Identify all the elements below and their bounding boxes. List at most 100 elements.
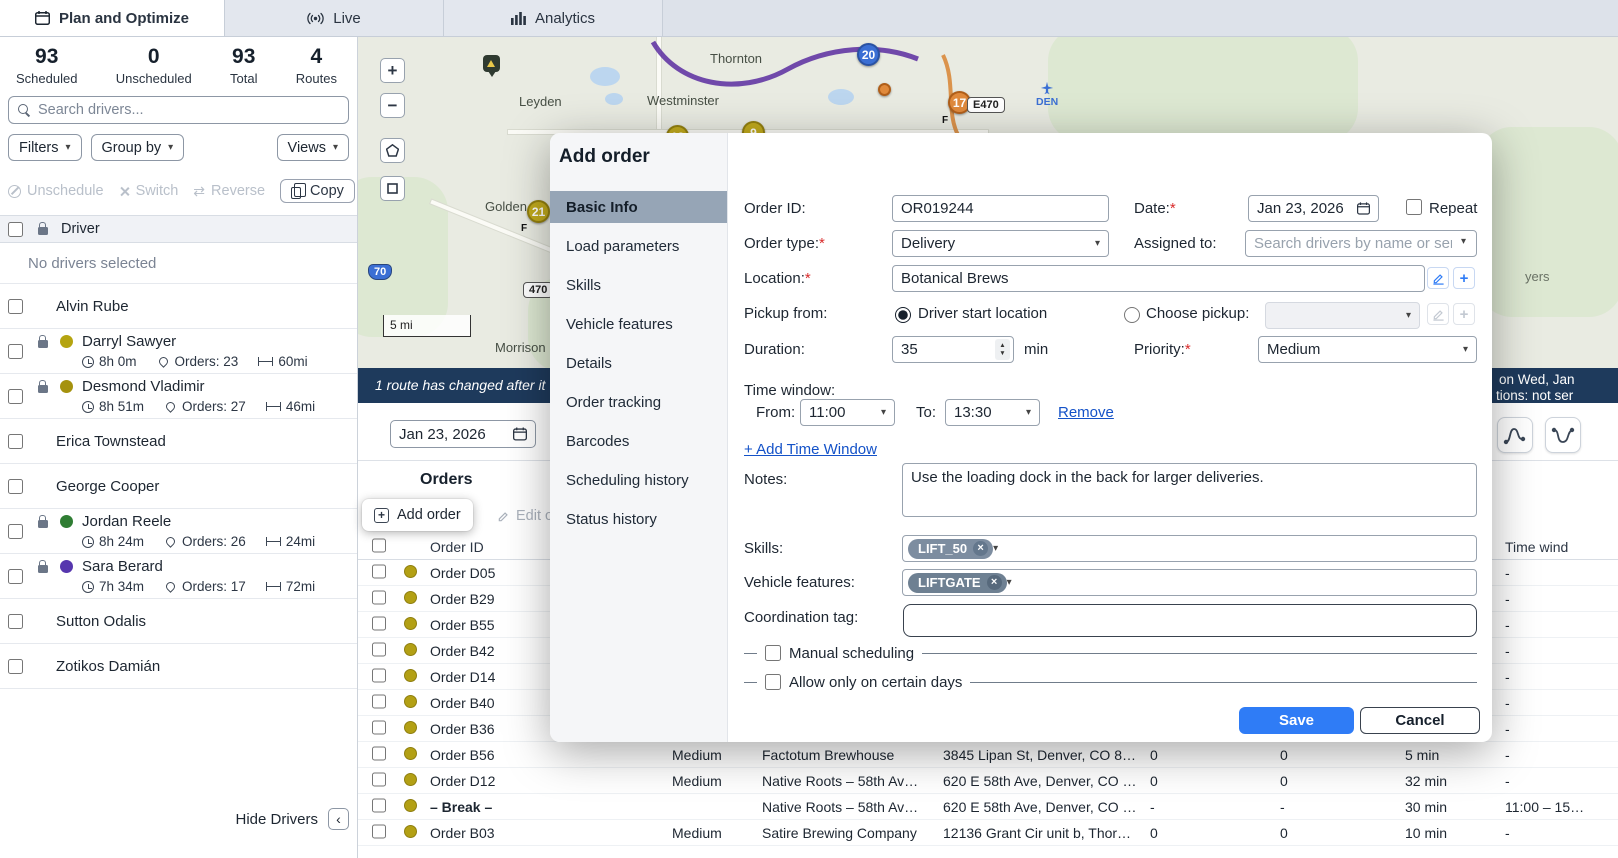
order-checkbox[interactable] bbox=[372, 772, 386, 786]
order-row[interactable]: Order D12MediumNative Roots – 58th Av…62… bbox=[358, 768, 1618, 794]
order-checkbox[interactable] bbox=[372, 590, 386, 604]
driver-row[interactable]: Alvin Rube bbox=[0, 284, 357, 329]
tab-plan-and-optimize[interactable]: Plan and Optimize bbox=[0, 0, 225, 36]
driver-checkbox[interactable] bbox=[8, 524, 23, 539]
select-all-checkbox[interactable] bbox=[372, 538, 386, 552]
coordination-tag-input[interactable] bbox=[903, 604, 1477, 637]
route-tool-button-2[interactable] bbox=[1545, 417, 1581, 453]
modal-nav-details[interactable]: Details bbox=[550, 347, 727, 379]
tab-analytics[interactable]: Analytics bbox=[444, 0, 663, 36]
filters-button[interactable]: Filters▾ bbox=[8, 134, 82, 161]
order-checkbox[interactable] bbox=[372, 824, 386, 838]
choose-pickup-radio[interactable] bbox=[1124, 307, 1140, 323]
search-input[interactable] bbox=[38, 102, 339, 118]
modal-nav-vehicle-features[interactable]: Vehicle features bbox=[550, 308, 727, 340]
priority-select[interactable]: Medium▾ bbox=[1258, 336, 1477, 363]
notes-textarea[interactable]: Use the loading dock in the back for lar… bbox=[902, 463, 1477, 517]
duration-spinner[interactable]: ▲▼ bbox=[995, 339, 1010, 360]
order-checkbox[interactable] bbox=[372, 720, 386, 734]
order-checkbox[interactable] bbox=[372, 668, 386, 682]
spinner-down-icon[interactable]: ▼ bbox=[999, 350, 1005, 357]
location-input[interactable] bbox=[892, 265, 1425, 292]
modal-nav-status-history[interactable]: Status history bbox=[550, 503, 727, 535]
collapse-sidebar-button[interactable]: ‹ bbox=[328, 808, 349, 830]
select-all-drivers-checkbox[interactable] bbox=[8, 222, 23, 237]
spinner-up-icon[interactable]: ▲ bbox=[999, 342, 1005, 349]
driver-row[interactable]: Erica Townstead bbox=[0, 419, 357, 464]
order-checkbox[interactable] bbox=[372, 694, 386, 708]
group-by-button[interactable]: Group by▾ bbox=[91, 134, 185, 161]
manual-scheduling-checkbox[interactable] bbox=[765, 645, 781, 661]
repeat-checkbox[interactable] bbox=[1406, 199, 1422, 215]
modal-nav-scheduling-history[interactable]: Scheduling history bbox=[550, 464, 727, 496]
map-marker-20[interactable]: 20 bbox=[857, 43, 880, 66]
column-header-order-id[interactable]: Order ID bbox=[430, 539, 484, 555]
order-checkbox[interactable] bbox=[372, 746, 386, 760]
driver-checkbox[interactable] bbox=[8, 659, 23, 674]
order-type-select[interactable]: Delivery▾ bbox=[892, 230, 1109, 257]
skills-multiselect[interactable]: LIFT_50× ▾ bbox=[902, 535, 1477, 562]
map-marker-21[interactable]: 21 bbox=[527, 200, 550, 223]
route-tool-button[interactable] bbox=[1497, 417, 1533, 453]
modal-nav-skills[interactable]: Skills bbox=[550, 269, 727, 301]
add-time-window-link[interactable]: + Add Time Window bbox=[744, 441, 877, 458]
order-checkbox[interactable] bbox=[372, 642, 386, 656]
add-order-button[interactable]: + Add order bbox=[362, 499, 473, 531]
cancel-button[interactable]: Cancel bbox=[1360, 707, 1480, 734]
driver-row[interactable]: George Cooper bbox=[0, 464, 357, 509]
driver-checkbox[interactable] bbox=[8, 434, 23, 449]
column-header-time-window[interactable]: Time wind bbox=[1505, 539, 1568, 555]
vehicle-features-multiselect[interactable]: LIFTGATE× ▾ bbox=[902, 569, 1477, 596]
driver-checkbox[interactable] bbox=[8, 479, 23, 494]
order-row[interactable]: Order B03MediumSatire Brewing Company121… bbox=[358, 820, 1618, 846]
time-from-select[interactable]: 11:00▾ bbox=[800, 399, 895, 426]
driver-checkbox[interactable] bbox=[8, 614, 23, 629]
assigned-to-input[interactable] bbox=[1245, 230, 1477, 257]
driver-checkbox[interactable] bbox=[8, 299, 23, 314]
driver-name: Desmond Vladimir bbox=[82, 378, 205, 395]
driver-row[interactable]: Sutton Odalis bbox=[0, 599, 357, 644]
driver-checkbox[interactable] bbox=[8, 389, 23, 404]
views-button[interactable]: Views▾ bbox=[277, 134, 349, 161]
modal-nav-basic-info[interactable]: Basic Info bbox=[550, 191, 727, 223]
driver-checkbox[interactable] bbox=[8, 344, 23, 359]
order-checkbox[interactable] bbox=[372, 564, 386, 578]
map-marker-dot[interactable] bbox=[878, 83, 891, 96]
order-id-input[interactable] bbox=[892, 195, 1109, 222]
zoom-in-button[interactable]: + bbox=[380, 58, 405, 83]
remove-time-window-link[interactable]: Remove bbox=[1058, 404, 1114, 421]
driver-row[interactable]: Darryl Sawyer8h 0mOrders: 2360mi bbox=[0, 329, 357, 374]
unschedule-button[interactable]: Unschedule bbox=[8, 183, 104, 199]
allow-days-checkbox[interactable] bbox=[765, 674, 781, 690]
copy-button[interactable]: Copy bbox=[280, 179, 355, 203]
add-location-button[interactable]: + bbox=[1453, 267, 1475, 289]
driver-row[interactable]: Zotikos Damián bbox=[0, 644, 357, 689]
driver-search[interactable] bbox=[8, 96, 349, 124]
time-to-select[interactable]: 13:30▾ bbox=[945, 399, 1040, 426]
edit-location-button[interactable] bbox=[1427, 267, 1449, 289]
save-button[interactable]: Save bbox=[1239, 707, 1354, 734]
remove-tag-icon[interactable]: × bbox=[987, 575, 1002, 590]
driver-row[interactable]: Jordan Reele8h 24mOrders: 2624mi bbox=[0, 509, 357, 554]
zoom-out-button[interactable]: − bbox=[380, 93, 405, 118]
order-type-value: Delivery bbox=[901, 235, 955, 252]
rectangle-select-button[interactable] bbox=[380, 176, 405, 201]
driver-row[interactable]: Sara Berard7h 34mOrders: 1772mi bbox=[0, 554, 357, 599]
driver-checkbox[interactable] bbox=[8, 569, 23, 584]
order-checkbox[interactable] bbox=[372, 798, 386, 812]
date-picker[interactable]: Jan 23, 2026 bbox=[390, 420, 536, 448]
modal-nav-order-tracking[interactable]: Order tracking bbox=[550, 386, 727, 418]
modal-nav-barcodes[interactable]: Barcodes bbox=[550, 425, 727, 457]
switch-button[interactable]: Switch bbox=[119, 183, 179, 199]
tab-live[interactable]: Live bbox=[225, 0, 444, 36]
order-row[interactable]: Order B56MediumFactotum Brewhouse3845 Li… bbox=[358, 742, 1618, 768]
driver-row[interactable]: Desmond Vladimir8h 51mOrders: 2746mi bbox=[0, 374, 357, 419]
polygon-select-button[interactable] bbox=[380, 138, 405, 163]
reverse-button[interactable]: ⇄Reverse bbox=[193, 183, 265, 199]
date-input[interactable]: Jan 23, 2026 bbox=[1248, 195, 1379, 222]
driver-start-location-radio[interactable] bbox=[895, 307, 911, 323]
order-checkbox[interactable] bbox=[372, 616, 386, 630]
break-row[interactable]: – Break –Native Roots – 58th Av…620 E 58… bbox=[358, 794, 1618, 820]
remove-tag-icon[interactable]: × bbox=[973, 541, 988, 556]
modal-nav-load-parameters[interactable]: Load parameters bbox=[550, 230, 727, 262]
